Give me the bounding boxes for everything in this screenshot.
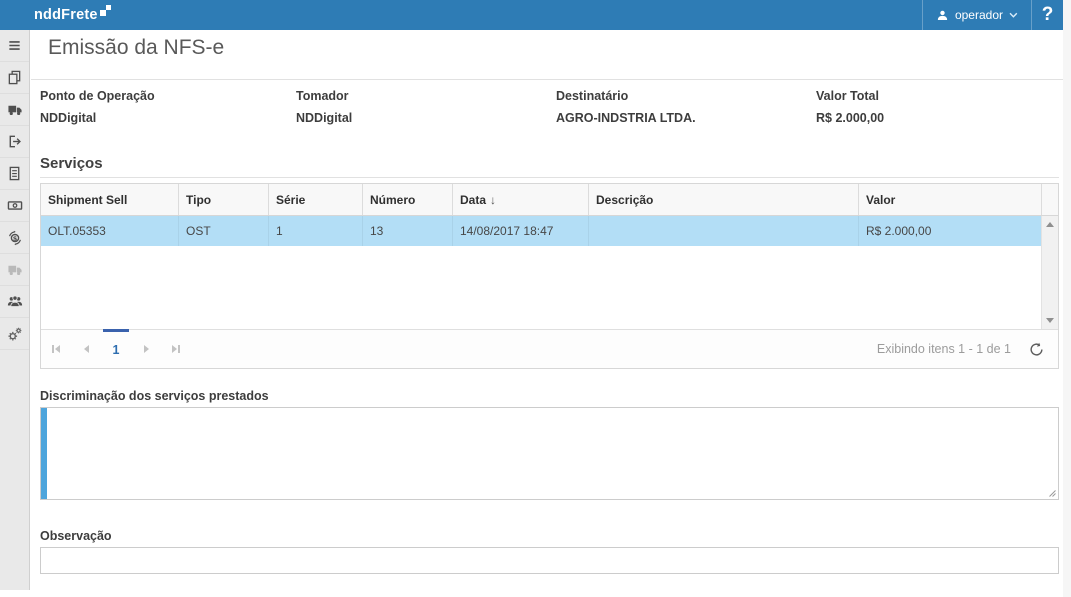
settings-gears-icon bbox=[7, 326, 23, 342]
cell-descricao bbox=[588, 216, 858, 246]
field-tomador: Tomador NDDigital bbox=[296, 89, 352, 125]
pager-prev-button[interactable] bbox=[71, 330, 101, 368]
user-menu-label: operador bbox=[955, 8, 1003, 22]
grid-header-row: Shipment Sell Tipo Série Número Data ↓ De… bbox=[41, 184, 1058, 216]
sidebar: $ bbox=[0, 30, 30, 590]
grid-body: OLT.05353 OST 1 13 14/08/2017 18:47 R$ 2… bbox=[41, 216, 1058, 329]
topbar-right: operador ? bbox=[922, 0, 1063, 30]
column-header-label: Data bbox=[460, 193, 486, 207]
brand-logo-mark-icon bbox=[100, 5, 111, 16]
field-label: Destinatário bbox=[556, 89, 696, 103]
services-grid: Shipment Sell Tipo Série Número Data ↓ De… bbox=[40, 183, 1059, 369]
cell-data: 14/08/2017 18:47 bbox=[452, 216, 588, 246]
sidebar-item-document[interactable] bbox=[0, 158, 29, 190]
help-label: ? bbox=[1042, 4, 1054, 26]
cell-tipo: OST bbox=[178, 216, 268, 246]
discrimination-textarea-wrap bbox=[40, 407, 1059, 500]
observation-label: Observação bbox=[40, 529, 112, 543]
field-value: NDDigital bbox=[296, 111, 352, 125]
sidebar-item-truck-secondary[interactable] bbox=[0, 254, 29, 286]
field-value: R$ 2.000,00 bbox=[816, 111, 884, 125]
next-page-icon bbox=[144, 345, 149, 353]
table-row[interactable]: OLT.05353 OST 1 13 14/08/2017 18:47 R$ 2… bbox=[41, 216, 1041, 246]
scroll-down-icon[interactable] bbox=[1046, 318, 1054, 323]
user-icon bbox=[936, 9, 949, 22]
field-value: AGRO-INDSTRIA LTDA. bbox=[556, 111, 696, 125]
sidebar-item-settings[interactable] bbox=[0, 318, 29, 350]
cell-serie: 1 bbox=[268, 216, 362, 246]
column-header-tipo[interactable]: Tipo bbox=[178, 184, 268, 215]
users-icon bbox=[7, 294, 23, 309]
sidebar-item-money-exchange[interactable]: $ bbox=[0, 222, 29, 254]
menu-icon bbox=[7, 38, 22, 53]
document-icon bbox=[7, 166, 22, 181]
pager-page-1-button[interactable]: 1 bbox=[103, 329, 129, 367]
title-divider bbox=[31, 79, 1063, 80]
column-header-valor[interactable]: Valor bbox=[858, 184, 1041, 215]
app-window: nddFrete operador ? bbox=[0, 0, 1071, 597]
sort-desc-icon: ↓ bbox=[490, 193, 496, 207]
cell-shipment-sell: OLT.05353 bbox=[41, 216, 178, 246]
topbar: nddFrete operador ? bbox=[0, 0, 1063, 30]
field-label: Valor Total bbox=[816, 89, 884, 103]
money-exchange-icon: $ bbox=[7, 230, 23, 246]
sidebar-item-copy-documents[interactable] bbox=[0, 62, 29, 94]
column-header-serie[interactable]: Série bbox=[268, 184, 362, 215]
main-content: Emissão da NFS-e Ponto de Operação NDDig… bbox=[31, 30, 1063, 597]
field-ponto-de-operacao: Ponto de Operação NDDigital bbox=[40, 89, 155, 125]
pager-next-button[interactable] bbox=[131, 330, 161, 368]
column-header-descricao[interactable]: Descrição bbox=[588, 184, 858, 215]
refresh-button[interactable] bbox=[1029, 342, 1044, 357]
brand-text: nddFrete bbox=[34, 0, 98, 30]
prev-page-icon bbox=[84, 345, 89, 353]
pager-status-text: Exibindo itens 1 - 1 de 1 bbox=[877, 342, 1011, 356]
sidebar-item-banknote[interactable] bbox=[0, 190, 29, 222]
column-header-numero[interactable]: Número bbox=[362, 184, 452, 215]
field-destinatario: Destinatário AGRO-INDSTRIA LTDA. bbox=[556, 89, 696, 125]
pager-last-button[interactable] bbox=[161, 330, 191, 368]
grid-pager: 1 Exibindo itens 1 - 1 de 1 bbox=[41, 329, 1058, 368]
brand-logo[interactable]: nddFrete bbox=[34, 0, 111, 30]
services-divider bbox=[40, 177, 1059, 178]
field-label: Tomador bbox=[296, 89, 352, 103]
column-header-data[interactable]: Data ↓ bbox=[452, 184, 588, 215]
sidebar-item-truck[interactable] bbox=[0, 94, 29, 126]
column-header-shipment-sell[interactable]: Shipment Sell bbox=[41, 184, 178, 215]
field-label: Ponto de Operação bbox=[40, 89, 155, 103]
svg-text:$: $ bbox=[12, 234, 17, 242]
pager-first-button[interactable] bbox=[41, 330, 71, 368]
sidebar-item-menu[interactable] bbox=[0, 30, 29, 62]
cell-valor: R$ 2.000,00 bbox=[858, 216, 1041, 246]
discrimination-textarea[interactable] bbox=[40, 407, 1059, 500]
truck-secondary-icon bbox=[7, 262, 23, 277]
banknote-icon bbox=[7, 198, 23, 213]
focus-indicator-strip bbox=[41, 408, 47, 499]
field-valor-total: Valor Total R$ 2.000,00 bbox=[816, 89, 884, 125]
field-value: NDDigital bbox=[40, 111, 155, 125]
sign-out-icon bbox=[7, 134, 22, 149]
sidebar-item-users[interactable] bbox=[0, 286, 29, 318]
help-button[interactable]: ? bbox=[1031, 0, 1063, 30]
column-header-filler bbox=[1041, 184, 1058, 215]
observation-input[interactable] bbox=[40, 547, 1059, 574]
first-page-icon bbox=[55, 345, 60, 353]
refresh-icon bbox=[1029, 342, 1044, 357]
sidebar-item-sign-out[interactable] bbox=[0, 126, 29, 158]
user-menu[interactable]: operador bbox=[922, 0, 1031, 30]
page-title: Emissão da NFS-e bbox=[48, 36, 224, 60]
page-scrollbar-gutter[interactable] bbox=[1063, 0, 1071, 597]
discrimination-label: Discriminação dos serviços prestados bbox=[40, 389, 269, 403]
truck-icon bbox=[7, 102, 23, 117]
last-page-icon bbox=[172, 345, 177, 353]
scroll-up-icon[interactable] bbox=[1046, 222, 1054, 227]
grid-vertical-scrollbar[interactable] bbox=[1041, 216, 1058, 329]
copy-documents-icon bbox=[7, 70, 22, 85]
chevron-down-icon bbox=[1009, 12, 1018, 19]
resize-handle-icon[interactable] bbox=[1046, 487, 1057, 498]
cell-numero: 13 bbox=[362, 216, 452, 246]
services-heading: Serviços bbox=[40, 155, 103, 172]
